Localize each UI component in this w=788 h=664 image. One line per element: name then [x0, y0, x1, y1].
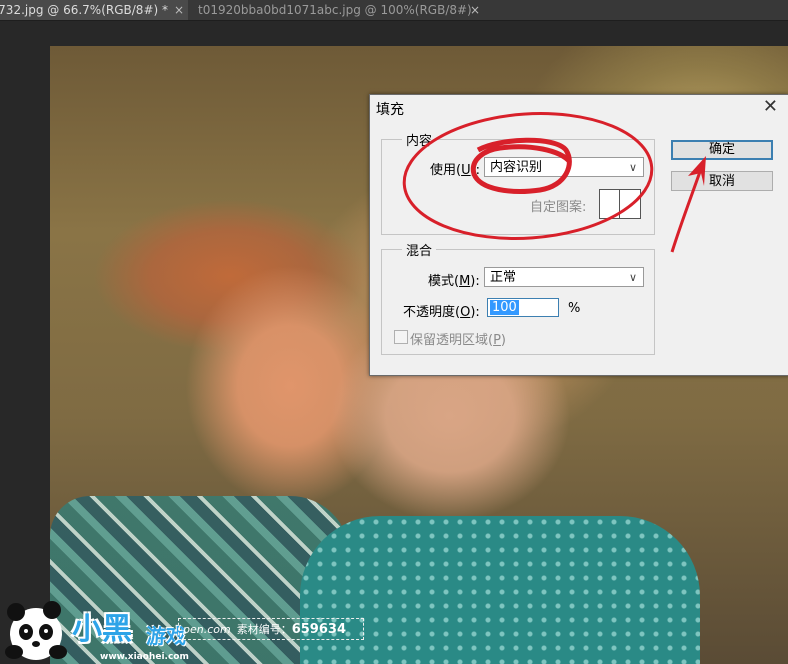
pattern-picker — [599, 189, 641, 219]
opacity-unit: % — [568, 301, 581, 316]
chevron-down-icon: ∨ — [628, 271, 637, 284]
opacity-input-value: 100 — [490, 300, 519, 315]
dialog-title: 填充 — [376, 102, 404, 118]
fill-dialog: 填充 ✕ 内容 使用(U): 内容识别 ∨ 自定图案: 混合 模式(M): 正常… — [369, 94, 788, 376]
opacity-label: 不透明度(O): — [403, 305, 480, 320]
content-group — [381, 139, 655, 235]
use-select[interactable]: 内容识别 ∨ — [484, 157, 644, 177]
chevron-down-icon: ∨ — [628, 161, 637, 174]
document-tab-bar: 732.jpg @ 66.7%(RGB/8#) * × t01920bba0bd… — [0, 0, 788, 21]
use-select-value: 内容识别 — [490, 160, 543, 175]
watermark: 小黑 游戏 www.xiaohei.com pen.com 素材编号：659634 — [0, 596, 370, 664]
watermark-logo-text: 小黑 — [72, 612, 132, 647]
watermark-url: www.xiaohei.com — [100, 652, 189, 662]
custom-pattern-label: 自定图案: — [530, 200, 587, 215]
tab-document-inactive-label: t01920bba0bd1071abc.jpg @ 100%(RGB/8#) — [198, 3, 472, 17]
panda-icon — [5, 601, 67, 660]
tab-document-active-label: 732.jpg @ 66.7%(RGB/8#) * — [0, 3, 168, 17]
stock-number-label: 素材编号： — [236, 623, 292, 636]
tab-document-active[interactable]: 732.jpg @ 66.7%(RGB/8#) * × — [0, 0, 188, 20]
content-group-legend: 内容 — [402, 130, 437, 149]
opacity-input[interactable]: 100 — [487, 298, 559, 317]
use-label: 使用(U): — [430, 163, 481, 178]
tab-close-icon[interactable]: × — [470, 0, 480, 20]
mode-select-value: 正常 — [490, 270, 517, 285]
stock-number-box: pen.com 素材编号：659634 — [178, 618, 364, 640]
mode-label: 模式(M): — [428, 274, 480, 289]
mode-select[interactable]: 正常 ∨ — [484, 267, 644, 287]
preserve-transparency-label: 保留透明区域(P) — [410, 333, 506, 348]
stock-number-value: 659634 — [291, 622, 346, 637]
watermark-site-fragment: pen.com — [183, 623, 231, 636]
ok-button[interactable]: 确定 — [671, 140, 773, 160]
cancel-button[interactable]: 取消 — [671, 171, 773, 191]
close-icon[interactable]: ✕ — [763, 96, 778, 117]
preserve-transparency-checkbox[interactable] — [394, 330, 408, 344]
blend-group-legend: 混合 — [402, 240, 437, 259]
tab-close-icon[interactable]: × — [174, 0, 184, 20]
tab-document-inactive[interactable]: t01920bba0bd1071abc.jpg @ 100%(RGB/8#) × — [190, 0, 490, 20]
